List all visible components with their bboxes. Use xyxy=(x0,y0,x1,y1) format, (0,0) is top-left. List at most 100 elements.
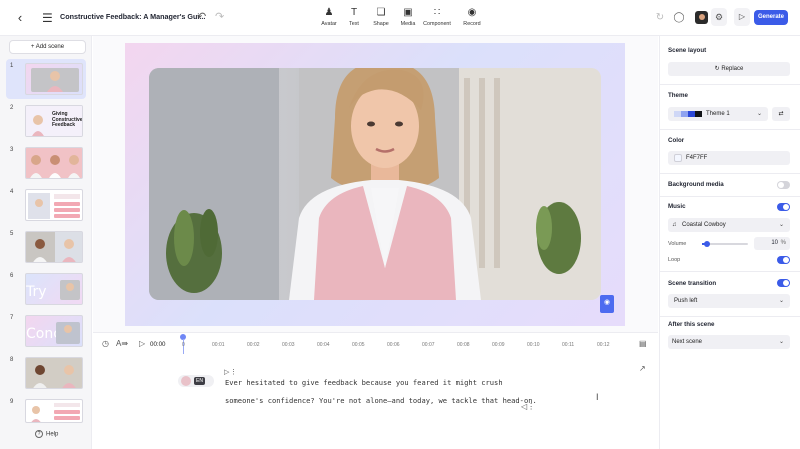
avatar-tool-button[interactable]: ♟ Avatar xyxy=(318,7,340,31)
scene-number: 9 xyxy=(10,399,14,405)
volume-unit: % xyxy=(780,240,786,246)
after-scene-select[interactable]: Next scene ⌄ xyxy=(668,335,790,349)
scene-item-1[interactable]: 1 xyxy=(6,59,86,99)
replace-layout-button[interactable]: ↻ Replace xyxy=(668,62,790,76)
music-track: Coastal Cowboy xyxy=(682,222,726,228)
avatar-video[interactable] xyxy=(149,68,601,300)
scene-canvas[interactable]: ◉ xyxy=(125,43,625,326)
add-scene-button[interactable]: + Add scene xyxy=(9,40,86,54)
scene-5-preview xyxy=(26,232,76,262)
volume-input[interactable]: 10 % xyxy=(754,237,790,250)
script-line-2[interactable]: someone's confidence? You're not alone—a… xyxy=(225,396,537,405)
timeline-tick: 0 xyxy=(182,342,185,348)
timeline-tick: 00:05 xyxy=(352,342,365,348)
scene-thumbnail: Conc xyxy=(25,315,83,347)
scene-item-8[interactable]: 8 xyxy=(6,353,86,393)
divider xyxy=(660,196,800,197)
scene-9-preview xyxy=(31,403,80,422)
scene-number: 4 xyxy=(10,189,14,195)
comment-icon[interactable]: ◯ xyxy=(671,10,687,26)
generate-button[interactable]: Generate xyxy=(754,10,788,25)
captions-icon[interactable]: ▤ xyxy=(639,339,647,348)
script-line-1[interactable]: Ever hesitated to give feedback because … xyxy=(225,378,503,387)
color-value: F4F7FF xyxy=(686,155,708,161)
scene-item-2[interactable]: 2 Giving Constructive Feedback xyxy=(6,101,86,141)
scene-item-7[interactable]: 7 Conc xyxy=(6,311,86,351)
project-title[interactable]: Constructive Feedback: A Manager's Gui..… xyxy=(60,12,205,21)
scene-number: 5 xyxy=(10,231,14,237)
refresh-icon[interactable]: ↻ xyxy=(652,10,668,26)
voice-icon[interactable]: ◁⋮ xyxy=(521,402,535,411)
scene-2-title: Giving Constructive Feedback xyxy=(52,111,83,128)
avatar-presenter-image xyxy=(149,68,601,300)
timeline-tick: 00:10 xyxy=(527,342,540,348)
media-icon: ▣ xyxy=(403,7,413,18)
menu-icon[interactable]: ☰ xyxy=(42,10,56,26)
help-button[interactable]: ? Help xyxy=(35,430,58,438)
theme-select[interactable]: Theme 1 ⌄ xyxy=(668,107,768,121)
music-track-select[interactable]: ♫ Coastal Cowboy ⌄ xyxy=(668,218,790,232)
expand-icon[interactable]: ↗ xyxy=(639,364,646,373)
shape-tool-button[interactable]: ❏ Shape xyxy=(370,7,392,31)
scene-item-3[interactable]: 3 xyxy=(6,143,86,183)
volume-knob[interactable] xyxy=(703,241,710,247)
scene-item-4[interactable]: 4 xyxy=(6,185,86,225)
back-icon[interactable]: ‹ xyxy=(12,10,28,26)
properties-panel: Scene layout ↻ Replace Theme Theme 1 ⌄ ⇄… xyxy=(659,36,800,449)
shuffle-icon: ⇄ xyxy=(778,111,784,117)
replace-label: Replace xyxy=(721,66,744,72)
preview-play-icon[interactable]: ▷ xyxy=(734,8,750,26)
scene-item-6[interactable]: 6 Try xyxy=(6,269,86,309)
scene-7-preview: Conc xyxy=(26,322,80,344)
text-tool-label: Text xyxy=(349,21,359,27)
user-avatar[interactable] xyxy=(695,11,708,24)
undo-icon[interactable]: ↶ xyxy=(197,10,206,23)
media-tool-button[interactable]: ▣ Media xyxy=(397,7,419,31)
scene-item-9[interactable]: 9 xyxy=(6,395,86,425)
scene-layout-label: Scene layout xyxy=(668,47,707,54)
after-scene-label: After this scene xyxy=(668,321,715,328)
scene-thumbnail: Try xyxy=(25,273,83,305)
background-media-toggle[interactable] xyxy=(777,181,790,189)
chevron-down-icon: ⌄ xyxy=(778,339,784,345)
volume-value: 10 xyxy=(771,240,778,246)
component-tool-button[interactable]: ∷ Component xyxy=(422,7,452,31)
scene-4-preview xyxy=(28,193,80,219)
scene-thumbnail xyxy=(25,63,83,95)
timeline-tick: 00:11 xyxy=(562,342,575,348)
scene-thumbnail xyxy=(25,399,83,423)
background-media-label: Background media xyxy=(668,181,724,188)
voice-style-icon[interactable]: A⇛ xyxy=(116,339,128,348)
timeline-tick: 00:07 xyxy=(422,342,435,348)
color-field[interactable]: F4F7FF xyxy=(668,151,790,165)
music-toggle[interactable] xyxy=(777,203,790,211)
chevron-down-icon: ⌄ xyxy=(778,298,784,304)
editor-area: ◉ ◷ A⇛ ▷ 00:00 0 00:01 00:02 00:03 00:04… xyxy=(93,36,658,449)
loop-toggle[interactable] xyxy=(777,256,790,264)
after-scene-value: Next scene xyxy=(672,339,703,345)
avatar-tool-label: Avatar xyxy=(321,21,337,27)
scene-transition-toggle[interactable] xyxy=(777,279,790,287)
scene-number: 2 xyxy=(10,105,14,111)
transition-select[interactable]: Push left ⌄ xyxy=(668,294,790,308)
record-tool-button[interactable]: ◉ Record xyxy=(461,7,483,31)
scene-number: 6 xyxy=(10,273,14,279)
redo-icon[interactable]: ↷ xyxy=(215,10,224,23)
chevron-down-icon: ⌄ xyxy=(778,222,784,228)
clock-icon[interactable]: ◷ xyxy=(102,339,109,348)
script-avatar-chip[interactable]: EN xyxy=(178,375,214,387)
gesture-icon[interactable]: ▷ ⋮ xyxy=(224,368,237,376)
theme-swatch xyxy=(688,111,695,117)
text-cursor-icon: I xyxy=(596,392,599,402)
component-tool-label: Component xyxy=(423,21,451,27)
volume-slider[interactable] xyxy=(702,241,748,247)
theme-swatches xyxy=(674,111,702,117)
shuffle-theme-button[interactable]: ⇄ xyxy=(772,107,790,121)
play-icon[interactable]: ▷ xyxy=(139,339,145,348)
divider xyxy=(660,173,800,174)
text-tool-button[interactable]: T Text xyxy=(344,7,364,31)
scene-item-5[interactable]: 5 xyxy=(6,227,86,267)
collaborators-icon[interactable]: ⚙ xyxy=(711,8,727,26)
scene-thumbnail xyxy=(25,147,83,179)
script-editor[interactable]: ▷ ⋮ EN Ever hesitated to give feedback b… xyxy=(93,354,658,449)
